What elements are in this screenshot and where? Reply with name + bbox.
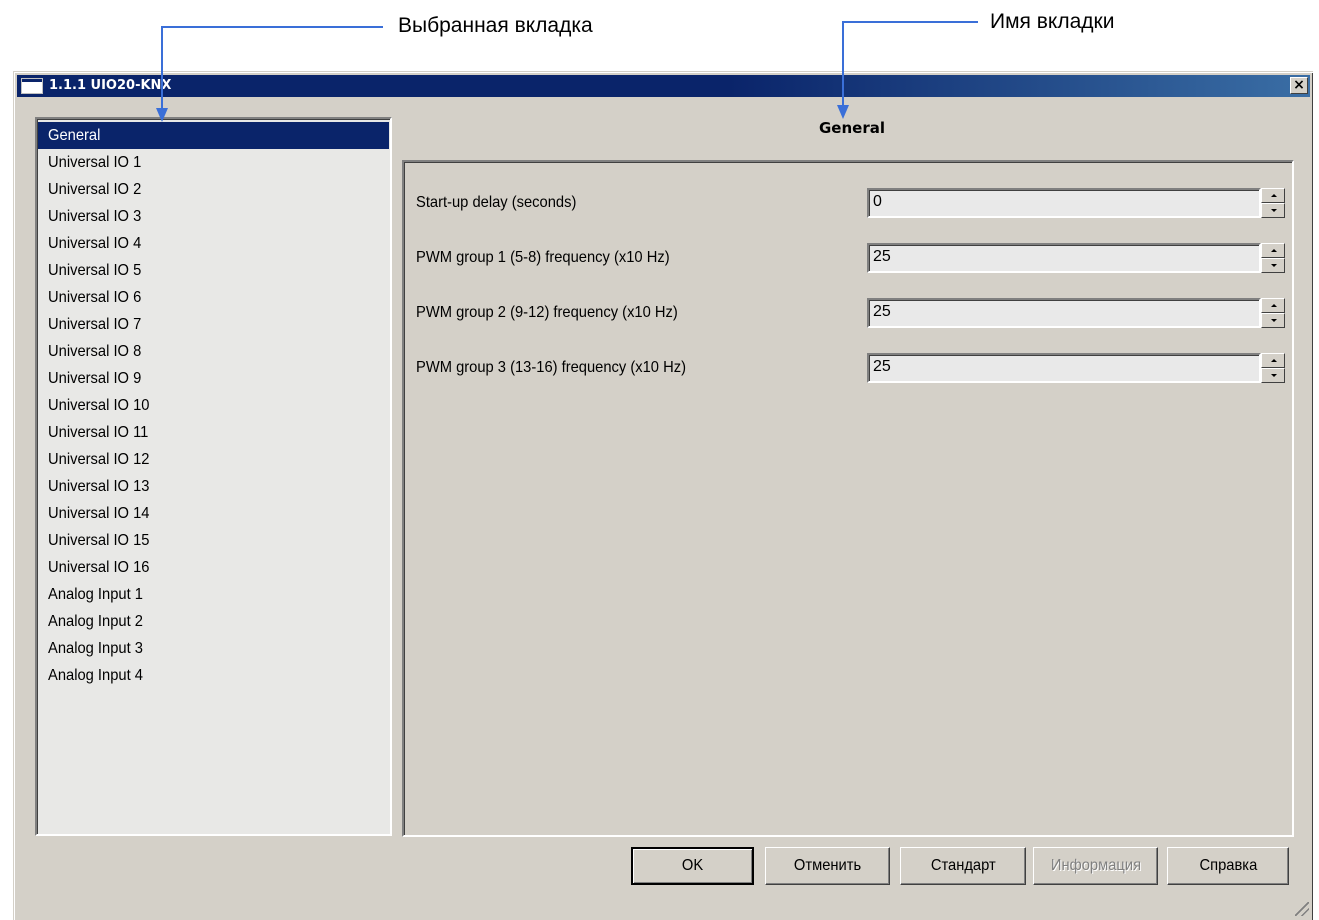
spin-up-arrow-icon[interactable] [1261,298,1285,313]
tab-universal-io-4[interactable]: Universal IO 4 [38,230,390,257]
tab-analog-input-3[interactable]: Analog Input 3 [38,635,390,662]
startup-delay-spinner [1261,188,1285,218]
spin-down-arrow-icon[interactable] [1261,203,1285,218]
tab-label: General [48,127,101,144]
parameters-panel: Start-up delay (seconds) 0 PWM group 1 (… [402,160,1294,837]
page-title: General [819,119,885,137]
tab-label: Analog Input 3 [48,640,143,657]
spin-down-arrow-icon[interactable] [1261,313,1285,328]
pwm-group-2-spinner [1261,298,1285,328]
param-label: PWM group 2 (9-12) frequency (x10 Hz) [416,304,678,321]
title-bar[interactable]: 1.1.1 UIO20-KNX × [17,75,1310,97]
resize-grip-icon[interactable] [1295,902,1309,916]
tab-label: Universal IO 11 [48,424,149,441]
tab-label: Universal IO 5 [48,262,142,279]
tab-label: Universal IO 9 [48,370,142,387]
tab-label: Universal IO 6 [48,289,142,306]
tab-label: Universal IO 2 [48,181,142,198]
close-button[interactable]: × [1290,77,1308,94]
tab-label: Universal IO 1 [48,154,142,171]
tab-label: Universal IO 13 [48,478,150,495]
pwm-group-1-input[interactable]: 25 [867,243,1261,273]
tab-universal-io-7[interactable]: Universal IO 7 [38,311,390,338]
tab-universal-io-9[interactable]: Universal IO 9 [38,365,390,392]
param-row: PWM group 1 (5-8) frequency (x10 Hz) 25 [404,243,1292,273]
selected-tab-caption: Выбранная вкладка [398,14,593,37]
spin-up-arrow-icon[interactable] [1261,188,1285,203]
tab-label: Universal IO 10 [48,397,150,414]
tab-label: Universal IO 16 [48,559,150,576]
tab-universal-io-3[interactable]: Universal IO 3 [38,203,390,230]
window-icon [21,78,43,94]
tab-universal-io-2[interactable]: Universal IO 2 [38,176,390,203]
tab-analog-input-4[interactable]: Analog Input 4 [38,662,390,689]
tab-label: Analog Input 1 [48,586,143,603]
tab-universal-io-10[interactable]: Universal IO 10 [38,392,390,419]
spin-up-arrow-icon[interactable] [1261,243,1285,258]
param-row: PWM group 2 (9-12) frequency (x10 Hz) 25 [404,298,1292,328]
pwm-group-1-spinner [1261,243,1285,273]
parameters-dialog: 1.1.1 UIO20-KNX × General Universal IO 1… [13,71,1313,920]
spin-down-arrow-icon[interactable] [1261,368,1285,383]
tab-name-caption: Имя вкладки [990,10,1115,33]
tab-universal-io-16[interactable]: Universal IO 16 [38,554,390,581]
tab-label: Universal IO 7 [48,316,142,333]
tab-label: Universal IO 4 [48,235,142,252]
tab-analog-input-2[interactable]: Analog Input 2 [38,608,390,635]
param-label: Start-up delay (seconds) [416,194,577,211]
spin-up-arrow-icon[interactable] [1261,353,1285,368]
param-label: PWM group 1 (5-8) frequency (x10 Hz) [416,249,670,266]
default-button[interactable]: Стандарт [900,847,1026,885]
tab-universal-io-1[interactable]: Universal IO 1 [38,149,390,176]
tab-universal-io-5[interactable]: Universal IO 5 [38,257,390,284]
help-button[interactable]: Справка [1167,847,1289,885]
ok-button[interactable]: OK [631,847,754,885]
cancel-button[interactable]: Отменить [765,847,890,885]
tab-list: General Universal IO 1 Universal IO 2 Un… [35,117,392,836]
tab-universal-io-11[interactable]: Universal IO 11 [38,419,390,446]
param-label: PWM group 3 (13-16) frequency (x10 Hz) [416,359,686,376]
tab-general[interactable]: General [38,122,389,149]
info-button: Информация [1033,847,1158,885]
window-title: 1.1.1 UIO20-KNX [49,78,172,93]
tab-universal-io-13[interactable]: Universal IO 13 [38,473,390,500]
startup-delay-input[interactable]: 0 [867,188,1261,218]
tab-universal-io-15[interactable]: Universal IO 15 [38,527,390,554]
spin-down-arrow-icon[interactable] [1261,258,1285,273]
param-row: PWM group 3 (13-16) frequency (x10 Hz) 2… [404,353,1292,383]
tab-label: Universal IO 14 [48,505,150,522]
tab-label: Universal IO 8 [48,343,142,360]
tab-label: Universal IO 15 [48,532,150,549]
tab-analog-input-1[interactable]: Analog Input 1 [38,581,390,608]
tab-universal-io-6[interactable]: Universal IO 6 [38,284,390,311]
param-row: Start-up delay (seconds) 0 [404,188,1292,218]
pwm-group-2-input[interactable]: 25 [867,298,1261,328]
tab-label: Universal IO 3 [48,208,142,225]
tab-label: Universal IO 12 [48,451,150,468]
tab-label: Analog Input 4 [48,667,143,684]
tab-universal-io-8[interactable]: Universal IO 8 [38,338,390,365]
tab-universal-io-14[interactable]: Universal IO 14 [38,500,390,527]
tab-universal-io-12[interactable]: Universal IO 12 [38,446,390,473]
pwm-group-3-input[interactable]: 25 [867,353,1261,383]
tab-label: Analog Input 2 [48,613,143,630]
pwm-group-3-spinner [1261,353,1285,383]
